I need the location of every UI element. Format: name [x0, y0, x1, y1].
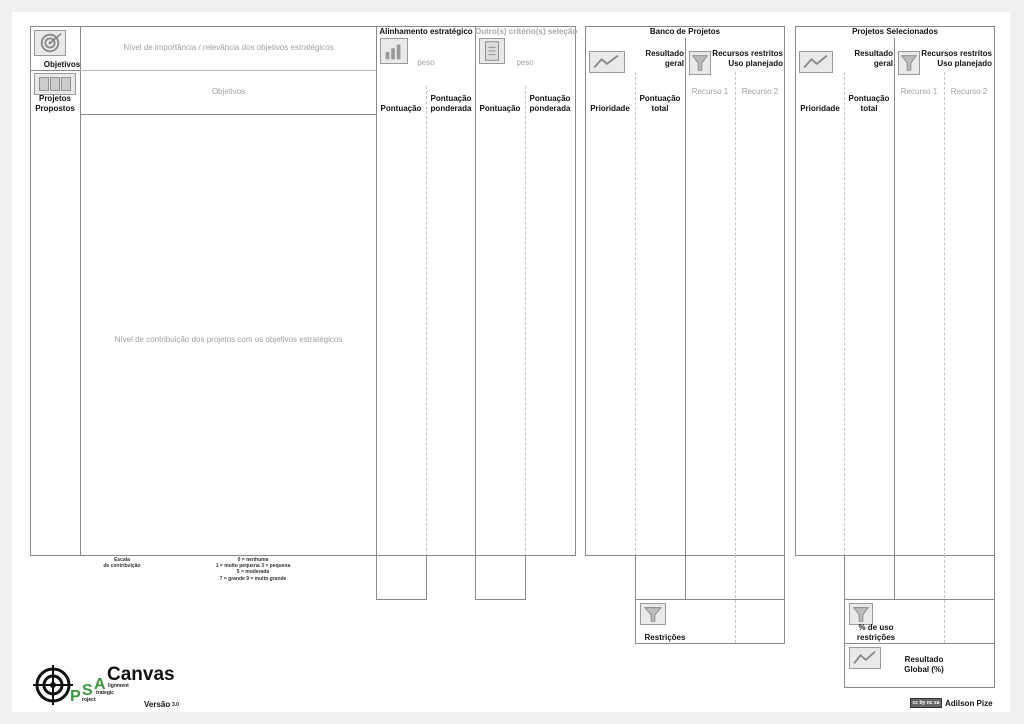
banco-recurso-2: Recurso 2 [741, 87, 779, 96]
logo-project: roject [82, 697, 96, 703]
logo-target-icon [32, 664, 74, 706]
author-name: Adilson Pize [945, 699, 993, 708]
alinhamento-dashed [426, 86, 427, 556]
projetos-label-2: Propostos [35, 104, 75, 113]
objetivos-hint: Objetivos [211, 87, 246, 96]
outros-total-box [475, 555, 526, 600]
funnel-uso-icon [849, 603, 873, 625]
banco-title: Banco de Projetos [649, 27, 721, 36]
projects-icon [34, 73, 76, 95]
outros-dashed [525, 86, 526, 556]
logo-versao: Versão [144, 700, 171, 709]
banco-dashed-2 [735, 72, 736, 556]
selecionados-recursos-2: Uso planejado [937, 59, 992, 68]
outros-pontuacao: Pontuação [479, 104, 521, 113]
selecionados-uso-2: restrições [856, 633, 896, 642]
contribuicao-hint: Nível de contribuição dos projetos com o… [114, 335, 343, 344]
selecionados-dashed-1 [844, 72, 845, 556]
selecionados-recurso-2: Recurso 2 [950, 87, 988, 96]
banco-recursos-1: Recursos restritos [712, 49, 783, 58]
outros-peso: peso [516, 58, 534, 67]
alignment-chart-icon [380, 38, 408, 64]
selecionados-divider [894, 38, 895, 556]
cc-license-badge: cc by nc sa [910, 698, 942, 708]
logo-alignment: lignment [108, 683, 129, 689]
selecionados-prioridade: Prioridade [800, 104, 840, 113]
selecionados-total-1: Pontuação [848, 94, 890, 103]
selecionados-totals-divider [894, 555, 895, 600]
objetivos-divider [30, 70, 81, 71]
alinhamento-pontuacao: Pontuação [380, 104, 422, 113]
importancia-hint: Nível de importância / relevância dos ob… [123, 43, 334, 52]
escala-title-2: de contribuição [103, 563, 141, 569]
escala-line-3: 5 = moderada [236, 569, 270, 575]
selecionados-resultado-1: Resultado [854, 49, 893, 58]
banco-resultado-1: Resultado [645, 49, 684, 58]
projetos-label-1: Projetos [38, 94, 71, 103]
selecionados-resultado-2: geral [873, 59, 893, 68]
selecionados-global-2: Global (%) [904, 665, 944, 674]
alinhamento-total-box [376, 555, 427, 600]
objetivos-label: Objetivos [43, 60, 81, 69]
selecionados-total-2: total [860, 104, 878, 113]
banco-dashed-1 [635, 72, 636, 556]
selecionados-global-1: Resultado [904, 655, 944, 664]
checklist-icon [479, 38, 505, 64]
selecionados-title: Projetos Selecionados [852, 27, 938, 36]
banco-recursos-2: Uso planejado [728, 59, 783, 68]
ranking-global-icon [849, 647, 881, 669]
objetivos-projetos-panel [30, 26, 377, 556]
alinhamento-title: Alinhamento estratégico [379, 27, 473, 36]
alinhamento-ponderada-2: ponderada [430, 104, 472, 113]
selecionados-recurso-1: Recurso 1 [900, 87, 938, 96]
logo-p: P [70, 688, 81, 705]
banco-recurso-1: Recurso 1 [691, 87, 729, 96]
banco-total-1: Pontuação [639, 94, 681, 103]
ranking-icon [589, 51, 625, 73]
banco-divider [685, 38, 686, 556]
logo-strategic: trategic [96, 690, 115, 696]
banco-total-2: total [651, 104, 669, 113]
projetos-column-divider [80, 26, 81, 556]
outros-ponderada-2: ponderada [529, 104, 571, 113]
outros-title: Outro(s) critério(s) seleção [475, 27, 578, 36]
banco-totals-divider [685, 555, 686, 600]
alinhamento-ponderada-1: Pontuação [430, 94, 472, 103]
selecionados-uso-dashed [944, 600, 945, 643]
funnel-restricoes-icon [640, 603, 666, 625]
header-row-divider [80, 114, 377, 115]
outros-ponderada-1: Pontuação [529, 94, 571, 103]
funnel-selected-icon [898, 51, 920, 75]
selecionados-recursos-1: Recursos restritos [921, 49, 992, 58]
banco-restricoes-label: Restrições [644, 633, 686, 642]
escala-line-4: 7 = grande 9 = muito grande [219, 576, 287, 582]
banco-prioridade: Prioridade [590, 104, 630, 113]
banco-totals-box [635, 555, 785, 600]
objetivos-row-divider [80, 70, 377, 71]
logo-versao-num: 3.0 [172, 702, 179, 708]
alinhamento-peso: peso [417, 58, 435, 67]
banco-resultado-2: geral [664, 59, 684, 68]
selecionados-dashed-2 [944, 72, 945, 556]
ranking-selected-icon [799, 51, 833, 73]
banco-restricoes-dashed [735, 600, 736, 643]
target-icon [34, 30, 66, 56]
selecionados-totals-box [844, 555, 995, 600]
selecionados-uso-1: % de uso [858, 623, 894, 632]
funnel-icon [689, 51, 711, 75]
